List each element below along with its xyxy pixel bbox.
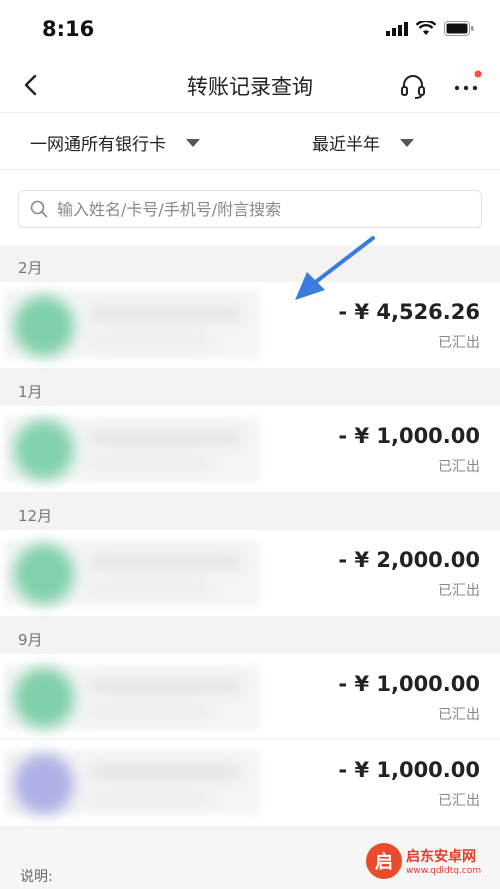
battery-icon (444, 21, 474, 36)
avatar (14, 754, 74, 814)
payee-account-blurred (90, 704, 210, 718)
record-amount: - ¥ 1,000.00 (338, 758, 480, 782)
watermark-logo-icon: 启 (366, 843, 402, 879)
record-status: 已汇出 (438, 335, 480, 351)
payee-account-blurred (90, 332, 210, 346)
watermark-url: www.qdldtq.com (406, 866, 482, 876)
transfer-record[interactable]: - ¥ 2,000.00 已汇出 (0, 530, 500, 616)
period-filter-label: 最近半年 (312, 135, 380, 155)
payee-account-blurred (90, 790, 210, 804)
account-filter[interactable]: 一网通所有银行卡 (30, 130, 200, 155)
transfer-record[interactable]: - ¥ 1,000.00 已汇出 (0, 406, 500, 492)
annotation-arrow-icon (295, 236, 375, 300)
avatar (14, 420, 74, 480)
payee-account-blurred (90, 580, 210, 594)
record-amount: - ¥ 2,000.00 (338, 548, 480, 572)
status-bar: 8:16 (0, 0, 500, 58)
headset-icon[interactable] (397, 70, 429, 102)
transfer-record[interactable]: - ¥ 1,000.00 已汇出 (0, 654, 500, 740)
note-label: 说明: (20, 869, 53, 885)
search-icon (30, 200, 48, 218)
month-header: 12月 (18, 507, 53, 525)
status-icons (386, 21, 474, 36)
record-amount: - ¥ 1,000.00 (338, 424, 480, 448)
caret-down-icon (186, 138, 200, 147)
wifi-icon (416, 21, 436, 35)
search-section (0, 170, 500, 246)
month-header: 2月 (18, 259, 43, 277)
caret-down-icon (400, 138, 414, 147)
watermark-name: 启东安卓网 (406, 849, 476, 865)
transfer-record[interactable]: - ¥ 1,000.00 已汇出 (0, 740, 500, 826)
payee-account-blurred (90, 456, 210, 470)
status-time: 8:16 (42, 17, 95, 41)
payee-name-blurred (90, 555, 240, 569)
nav-bar: 转账记录查询 (0, 58, 500, 112)
signal-icon (386, 21, 408, 36)
record-status: 已汇出 (438, 459, 480, 475)
record-status: 已汇出 (438, 707, 480, 723)
account-filter-label: 一网通所有银行卡 (30, 135, 166, 155)
notification-badge (474, 70, 482, 78)
record-status: 已汇出 (438, 583, 480, 599)
search-input[interactable] (55, 198, 459, 220)
more-dots-icon[interactable] (450, 70, 484, 102)
payee-name-blurred (90, 679, 240, 693)
month-header: 1月 (18, 383, 43, 401)
search-box[interactable] (18, 190, 482, 228)
filter-bar: 一网通所有银行卡 最近半年 (0, 112, 500, 170)
payee-name-blurred (90, 431, 240, 445)
transfer-record[interactable]: - ¥ 4,526.26 已汇出 (0, 282, 500, 368)
period-filter[interactable]: 最近半年 (312, 130, 414, 155)
avatar (14, 544, 74, 604)
payee-name-blurred (90, 307, 240, 321)
month-header: 9月 (18, 631, 43, 649)
avatar (14, 296, 74, 356)
footer: 启 启东安卓网 www.qdldtq.com (0, 830, 500, 889)
record-amount: - ¥ 1,000.00 (338, 672, 480, 696)
payee-name-blurred (90, 765, 240, 779)
watermark: 启 启东安卓网 www.qdldtq.com (366, 837, 494, 885)
record-status: 已汇出 (438, 793, 480, 809)
avatar (14, 668, 74, 728)
